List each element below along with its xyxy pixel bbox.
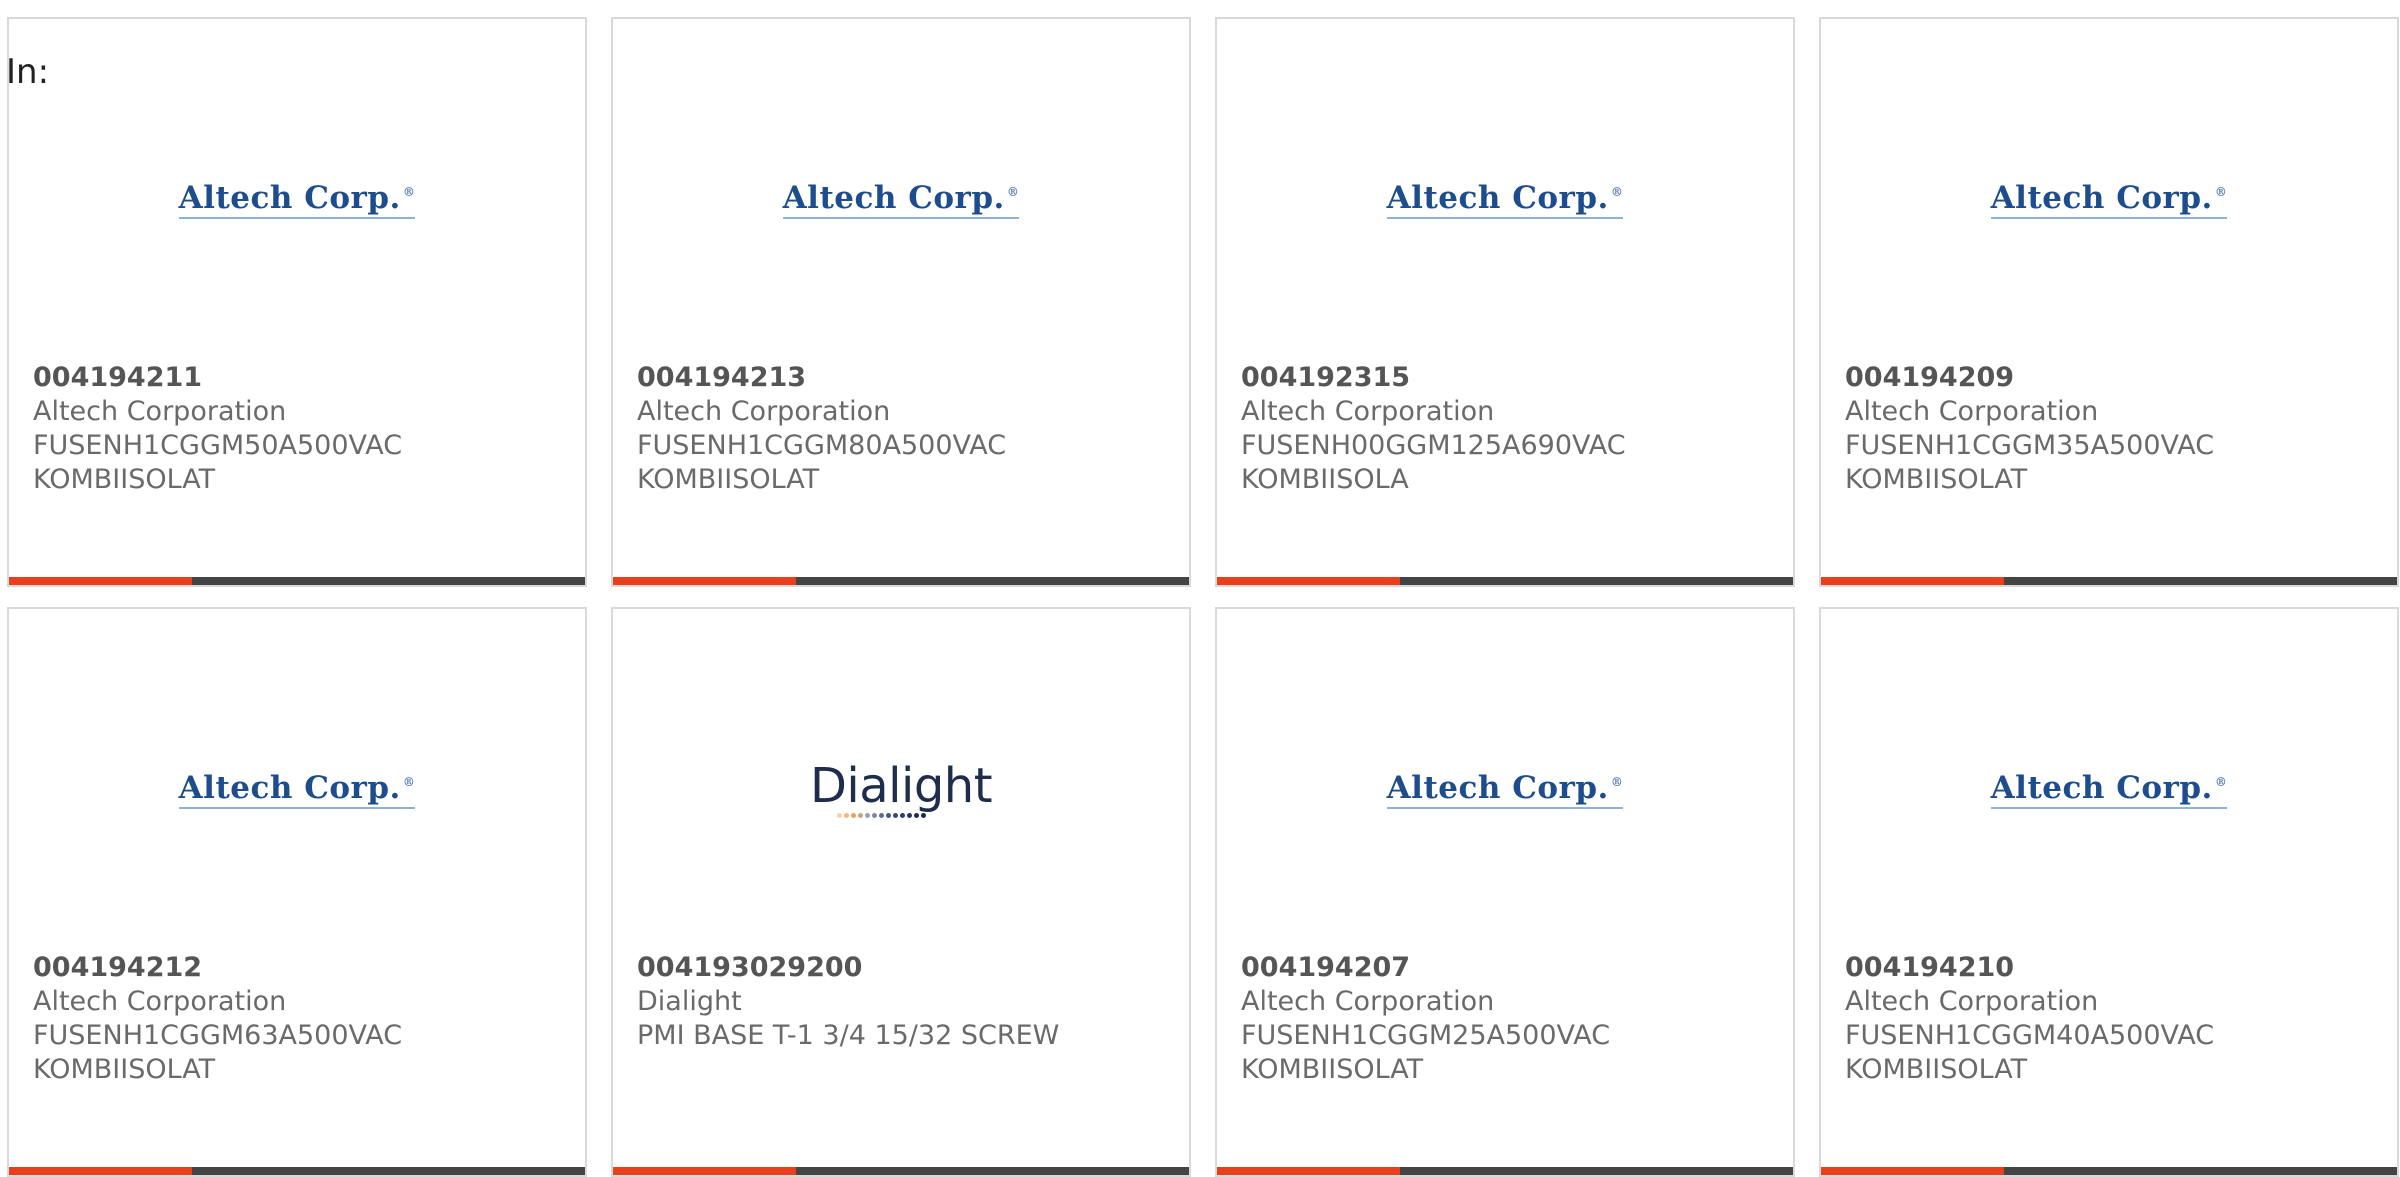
card-accent-bar <box>1217 577 1400 585</box>
card-accent-bar <box>1821 1167 2004 1175</box>
product-card[interactable]: Altech Corp. ® 004194212 Altech Corporati… <box>7 607 587 1177</box>
manufacturer-name: Altech Corporation <box>1845 396 2099 427</box>
product-grid: Altech Corp. ® 004194211 Altech Corporati… <box>7 17 2399 1177</box>
description-line-1: FUSENH1CGGM25A500VAC <box>1241 1020 1611 1051</box>
description-line-2: KOMBIISOLAT <box>33 1054 216 1085</box>
description-line-1: FUSENH1CGGM40A500VAC <box>1845 1020 2215 1051</box>
part-number: 004194212 <box>33 952 203 983</box>
product-card[interactable]: Altech Corp. ® 004194209 Altech Corporati… <box>1819 17 2399 587</box>
description-line-2: KOMBIISOLAT <box>1241 1054 1424 1085</box>
description-line-1: FUSENH1CGGM35A500VAC <box>1845 430 2215 461</box>
card-accent-bar <box>613 577 796 585</box>
dialight-dots-icon <box>836 812 926 818</box>
description-line-1: FUSENH1CGGM80A500VAC <box>637 430 1007 461</box>
manufacturer-name: Altech Corporation <box>637 396 891 427</box>
card-accent-bar <box>9 577 192 585</box>
manufacturer-logo: Altech Corp. ® <box>1821 154 2397 244</box>
manufacturer-logo: Altech Corp. ® <box>613 154 1189 244</box>
product-card[interactable]: Altech Corp. ® 004194213 Altech Corporati… <box>611 17 1191 587</box>
part-number: 004193029200 <box>637 952 863 983</box>
description-line-2: KOMBIISOLAT <box>33 464 216 495</box>
description-line-1: PMI BASE T-1 3/4 15/32 SCREW <box>637 1020 1060 1051</box>
description-line-1: FUSENH1CGGM63A500VAC <box>33 1020 403 1051</box>
filter-label: In: <box>6 52 50 92</box>
description-line-2: KOMBIISOLAT <box>1845 1054 2028 1085</box>
manufacturer-name: Altech Corporation <box>1241 396 1495 427</box>
card-bottom-bar <box>1217 1167 1793 1175</box>
card-bottom-bar <box>613 1167 1189 1175</box>
product-card[interactable]: Altech Corp. ® 004194207 Altech Corporati… <box>1215 607 1795 1177</box>
part-number: 004194210 <box>1845 952 2015 983</box>
description-line-1: FUSENH1CGGM50A500VAC <box>33 430 403 461</box>
product-card[interactable]: Altech Corp. ® 004194211 Altech Corporati… <box>7 17 587 587</box>
card-bottom-bar <box>9 577 585 585</box>
manufacturer-name: Altech Corporation <box>33 986 287 1017</box>
dialight-logo: Dialight <box>810 761 993 818</box>
description-line-2: KOMBIISOLAT <box>1845 464 2028 495</box>
part-number: 004194207 <box>1241 952 1411 983</box>
altech-logo: Altech Corp. ® <box>1990 770 2228 809</box>
part-number: 004194213 <box>637 362 807 393</box>
product-card[interactable]: Dialight 004193029200 Dialight PMI BASE … <box>611 607 1191 1177</box>
altech-logo: Altech Corp. ® <box>1386 180 1624 219</box>
altech-logo: Altech Corp. ® <box>782 180 1020 219</box>
manufacturer-logo: Dialight <box>613 744 1189 834</box>
product-card[interactable]: Altech Corp. ® 004194210 Altech Corporati… <box>1819 607 2399 1177</box>
card-bottom-bar <box>1821 1167 2397 1175</box>
manufacturer-logo: Altech Corp. ® <box>9 744 585 834</box>
manufacturer-logo: Altech Corp. ® <box>9 154 585 244</box>
part-number: 004194209 <box>1845 362 2015 393</box>
manufacturer-logo: Altech Corp. ® <box>1821 744 2397 834</box>
card-accent-bar <box>1821 577 2004 585</box>
description-line-2: KOMBIISOLAT <box>637 464 820 495</box>
card-bottom-bar <box>1821 577 2397 585</box>
altech-logo: Altech Corp. ® <box>178 180 416 219</box>
manufacturer-name: Dialight <box>637 986 742 1017</box>
card-accent-bar <box>9 1167 192 1175</box>
manufacturer-name: Altech Corporation <box>1845 986 2099 1017</box>
description-line-2: KOMBIISOLA <box>1241 464 1409 495</box>
manufacturer-logo: Altech Corp. ® <box>1217 154 1793 244</box>
manufacturer-logo: Altech Corp. ® <box>1217 744 1793 834</box>
altech-logo: Altech Corp. ® <box>1990 180 2228 219</box>
manufacturer-name: Altech Corporation <box>1241 986 1495 1017</box>
card-accent-bar <box>613 1167 796 1175</box>
description-line-1: FUSENH00GGM125A690VAC <box>1241 430 1626 461</box>
card-bottom-bar <box>9 1167 585 1175</box>
altech-logo: Altech Corp. ® <box>178 770 416 809</box>
altech-logo: Altech Corp. ® <box>1386 770 1624 809</box>
card-bottom-bar <box>613 577 1189 585</box>
part-number: 004194211 <box>33 362 203 393</box>
product-card[interactable]: Altech Corp. ® 004192315 Altech Corporati… <box>1215 17 1795 587</box>
part-number: 004192315 <box>1241 362 1411 393</box>
manufacturer-name: Altech Corporation <box>33 396 287 427</box>
card-bottom-bar <box>1217 577 1793 585</box>
card-accent-bar <box>1217 1167 1400 1175</box>
